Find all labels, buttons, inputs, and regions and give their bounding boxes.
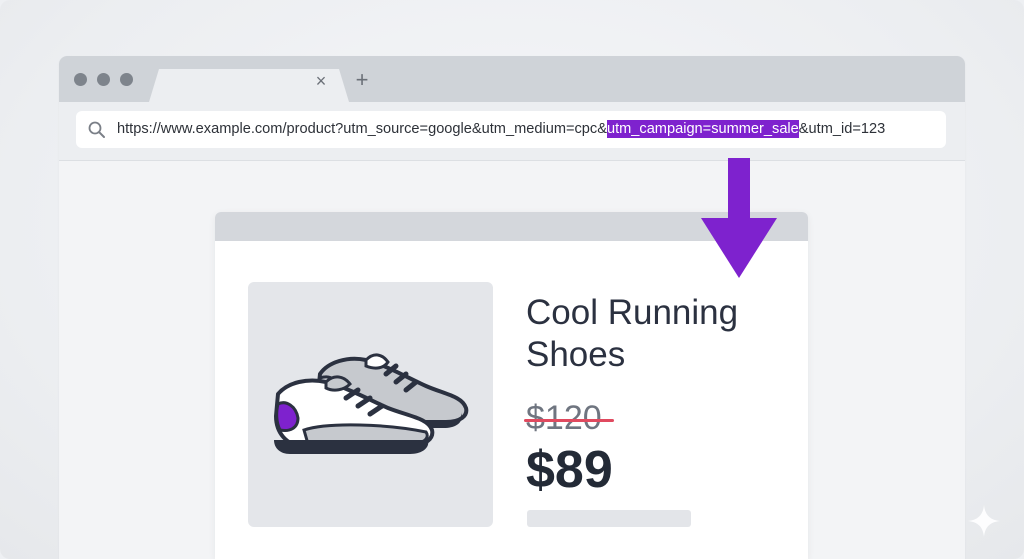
url-suffix: &utm_id=123 <box>798 121 886 137</box>
placeholder-bar <box>527 510 691 527</box>
sparkle-icon <box>968 505 1000 537</box>
arrow-down-icon <box>701 158 777 278</box>
url-prefix: https://www.example.com/product?utm_sour… <box>117 121 607 137</box>
address-bar[interactable]: https://www.example.com/product?utm_sour… <box>76 111 946 148</box>
window-maximize-dot[interactable] <box>120 73 133 86</box>
price-strikethrough <box>524 419 614 422</box>
search-icon <box>88 121 105 138</box>
sale-price: $89 <box>526 441 613 499</box>
tab-close-icon[interactable]: × <box>313 72 329 90</box>
url-text[interactable]: https://www.example.com/product?utm_sour… <box>117 111 885 148</box>
browser-toolbar: https://www.example.com/product?utm_sour… <box>59 102 965 161</box>
product-image <box>248 282 493 527</box>
new-tab-icon[interactable]: + <box>353 69 371 91</box>
sneakers-icon <box>274 353 469 454</box>
stage-background: × + https://www.example.com/product?utm_… <box>0 0 1024 559</box>
old-price: $120 <box>526 399 602 437</box>
product-title: Cool Running Shoes <box>526 293 739 374</box>
tab-bar: × + <box>59 56 965 102</box>
url-campaign-highlight: utm_campaign=summer_sale <box>606 120 799 138</box>
window-minimize-dot[interactable] <box>97 73 110 86</box>
window-close-dot[interactable] <box>74 73 87 86</box>
